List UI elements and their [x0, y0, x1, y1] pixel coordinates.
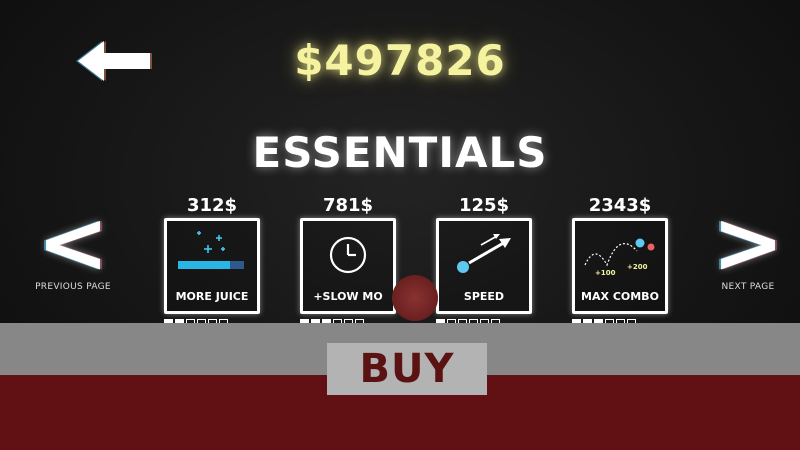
item-card[interactable]: +100 +200 MAX COMBO [572, 218, 668, 314]
item-card[interactable]: +SLOW MO [300, 218, 396, 314]
item-name: +SLOW MO [313, 290, 383, 303]
next-page-button[interactable]: > NEXT PAGE [693, 193, 800, 293]
item-price: 781$ [322, 195, 374, 216]
money-counter: $497826 [294, 36, 506, 85]
clock-icon [329, 236, 367, 274]
ball [392, 275, 438, 321]
item-price: 2343$ [588, 195, 652, 216]
item-card[interactable]: SPEED [436, 218, 532, 314]
previous-page-button[interactable]: < PREVIOUS PAGE [18, 193, 128, 293]
speed-arrows-icon [457, 234, 511, 273]
item-name: SPEED [463, 290, 505, 303]
combo-point-label: +200 [627, 263, 648, 271]
item-card[interactable]: MORE JUICE [164, 218, 260, 314]
chevron-left-icon: < [36, 193, 110, 293]
buy-button[interactable]: BUY [327, 343, 487, 395]
shop-item-slow-mo[interactable]: 781$ +SLOW MO [300, 196, 396, 328]
chevron-right-icon: > [711, 193, 785, 293]
shop-item-max-combo[interactable]: 2343$ +100 +200 MAX COMBO [572, 196, 668, 328]
combo-bounce-icon: +100 +200 [584, 238, 655, 277]
item-price: 312$ [186, 195, 238, 216]
item-name: MAX COMBO [581, 290, 659, 303]
section-title: ESSENTIALS [252, 128, 548, 177]
item-price: 125$ [458, 195, 510, 216]
shop-item-more-juice[interactable]: 312$ MORE JUICE [164, 196, 260, 328]
juice-sparkle-icon [178, 231, 244, 269]
combo-point-label: +100 [595, 269, 616, 277]
previous-page-label: PREVIOUS PAGE [35, 282, 111, 292]
shop-item-speed[interactable]: 125$ SPEED [436, 196, 532, 328]
item-name: MORE JUICE [175, 290, 249, 303]
